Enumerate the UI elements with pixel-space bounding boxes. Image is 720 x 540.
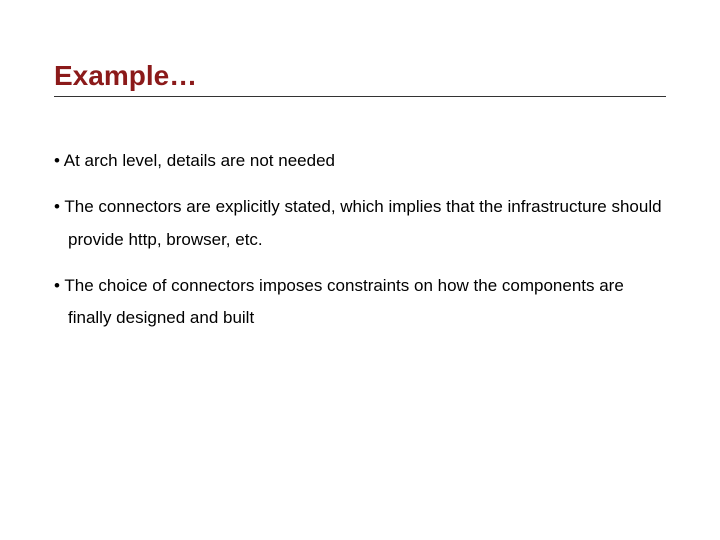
slide-title: Example… bbox=[54, 60, 666, 97]
bullet-item: At arch level, details are not needed bbox=[54, 145, 666, 177]
bullet-item: The choice of connectors imposes constra… bbox=[54, 270, 666, 335]
bullet-item: The connectors are explicitly stated, wh… bbox=[54, 191, 666, 256]
slide-container: Example… At arch level, details are not … bbox=[0, 0, 720, 334]
bullet-list: At arch level, details are not needed Th… bbox=[54, 145, 666, 334]
